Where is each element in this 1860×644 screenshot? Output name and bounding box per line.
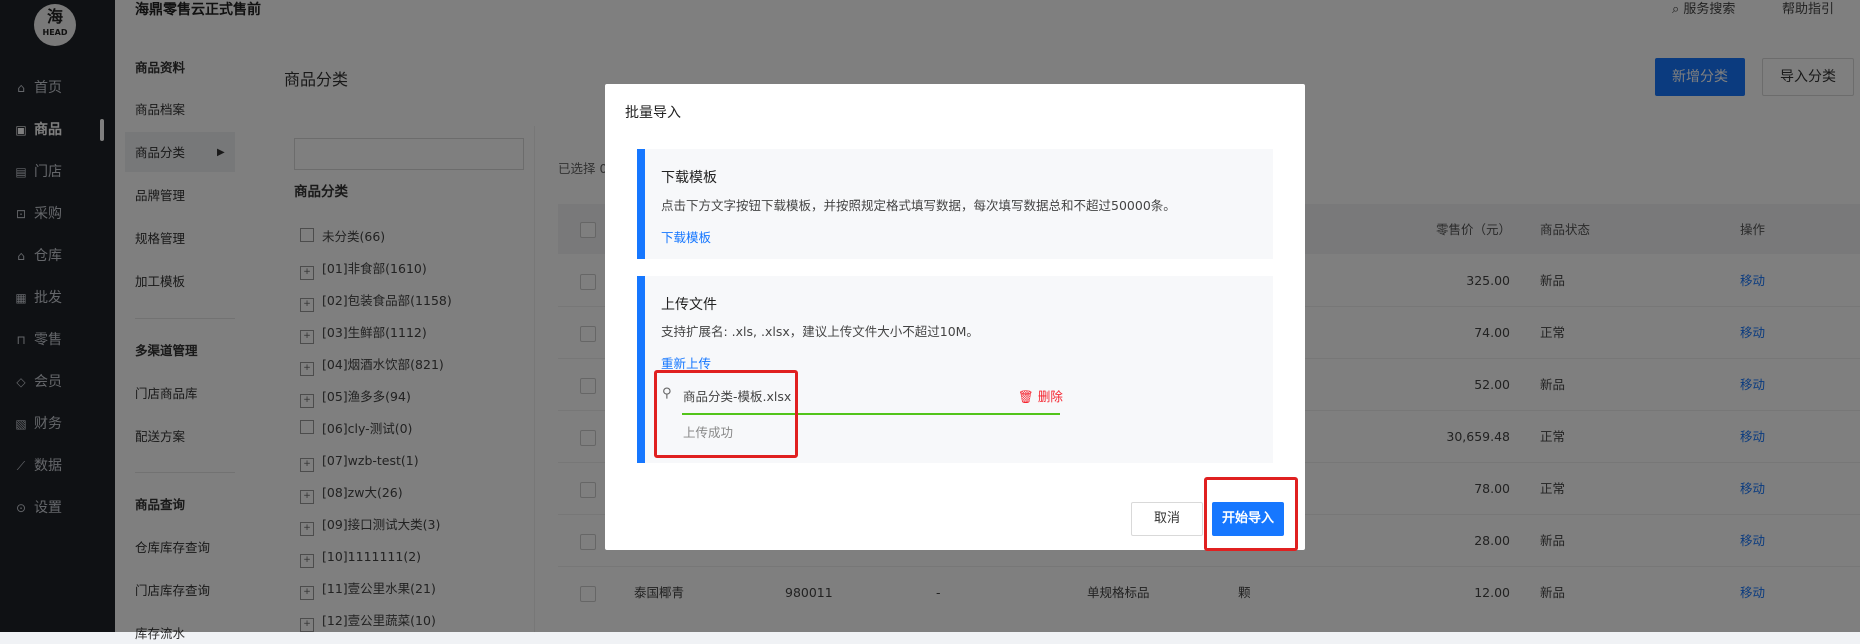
upload-section-desc: 支持扩展名: .xls, .xlsx，建议上传文件大小不超过10M。 bbox=[661, 324, 979, 339]
download-section-title: 下载模板 bbox=[661, 170, 717, 186]
highlight-box-file bbox=[654, 370, 798, 458]
upload-section-title: 上传文件 bbox=[661, 297, 717, 313]
highlight-box-start bbox=[1204, 477, 1298, 551]
section-accent-bar bbox=[637, 276, 645, 463]
section-accent-bar bbox=[637, 149, 645, 259]
download-template-link[interactable]: 下载模板 bbox=[661, 227, 711, 246]
download-section-desc: 点击下方文字按钮下载模板，并按照规定格式填写数据，每次填写数据总和不超过5000… bbox=[661, 198, 1176, 213]
modal-title: 批量导入 bbox=[625, 105, 681, 121]
cancel-button[interactable]: 取消 bbox=[1131, 502, 1203, 536]
trash-icon: 🗑 bbox=[1018, 389, 1034, 404]
delete-file-button[interactable]: 🗑 删除 bbox=[1018, 386, 1063, 405]
